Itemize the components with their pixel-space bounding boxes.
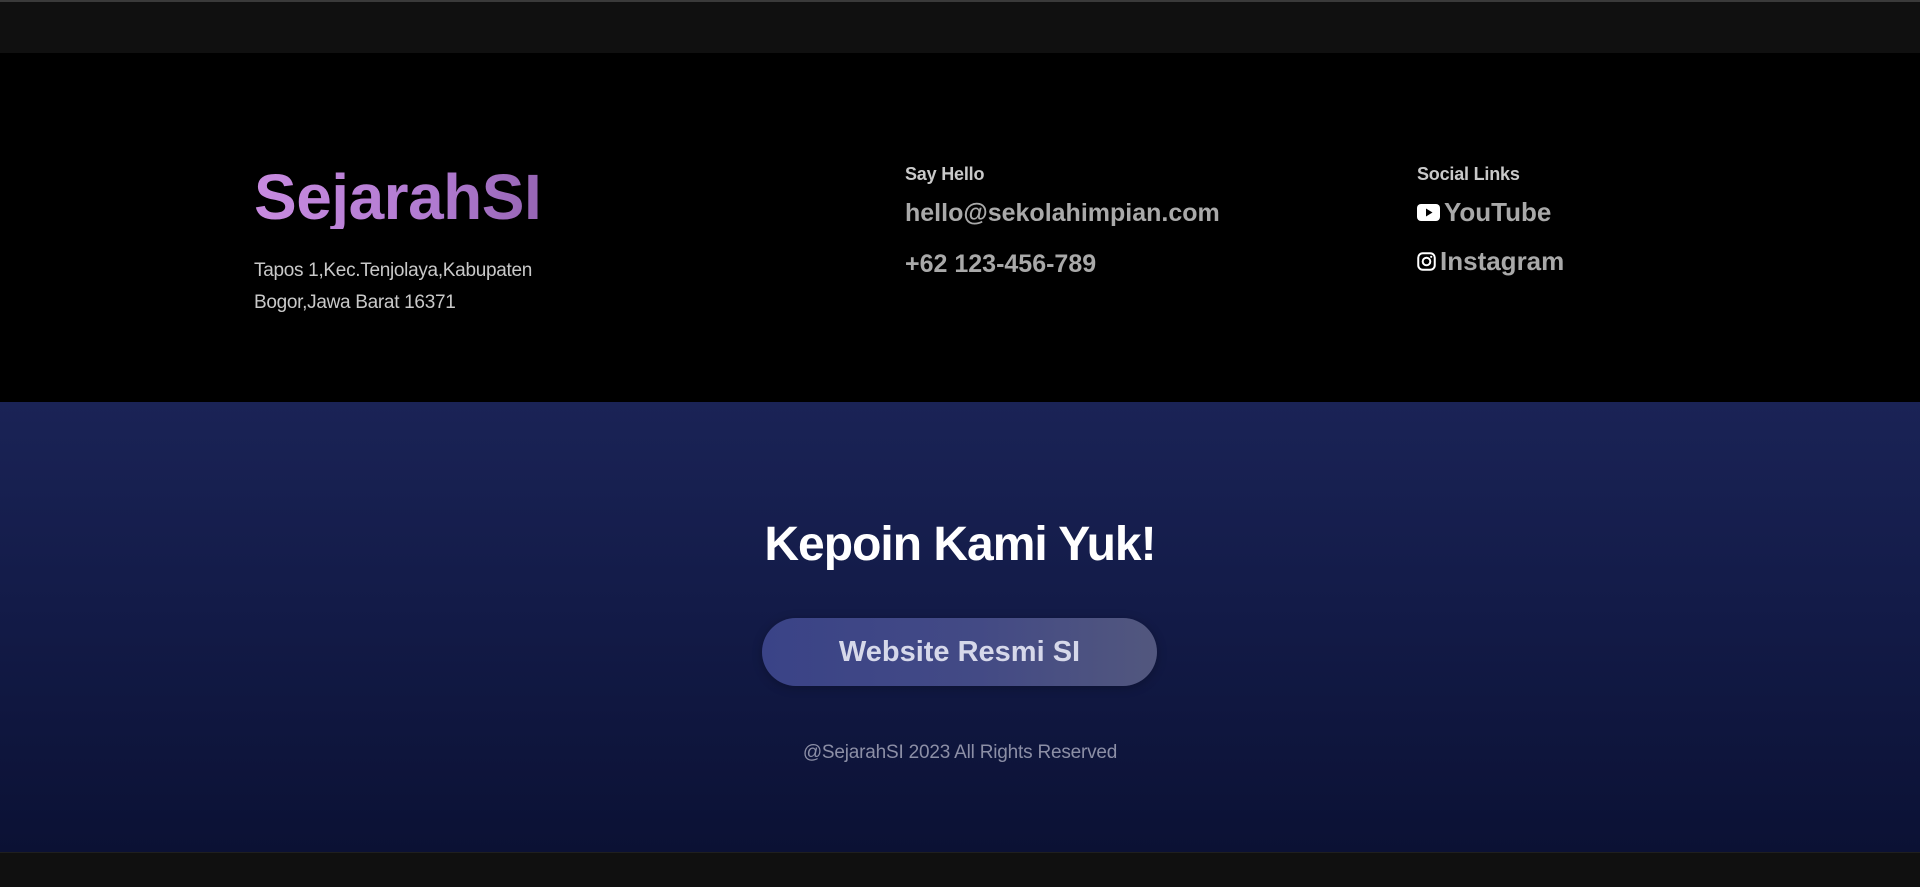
social-links-heading: Social Links <box>1417 164 1520 184</box>
official-website-button[interactable]: Website Resmi SI <box>762 618 1157 686</box>
bottom-bar <box>0 852 1920 887</box>
cta-section: Kepoin Kami Yuk! Website Resmi SI @Sejar… <box>0 402 1920 852</box>
youtube-link[interactable]: YouTube <box>1417 197 1564 228</box>
social-links-column: Social Links YouTube Instagram <box>1417 164 1564 277</box>
brand-address: Tapos 1,Kec.Tenjolaya,Kabupaten Bogor,Ja… <box>254 255 584 319</box>
cta-title: Kepoin Kami Yuk! <box>764 518 1156 571</box>
address-line-1: Tapos 1,Kec.Tenjolaya,Kabupaten <box>254 260 533 281</box>
copyright-text: @SejarahSI 2023 All Rights Reserved <box>802 742 1118 763</box>
email-link[interactable]: hello@sekolahimpian.com <box>905 199 1220 228</box>
brand-logo-text[interactable]: SejarahSI <box>254 165 654 229</box>
brand-column: SejarahSI Tapos 1,Kec.Tenjolaya,Kabupate… <box>254 165 654 319</box>
youtube-icon <box>1417 204 1440 221</box>
say-hello-column: Say Hello hello@sekolahimpian.com +62 12… <box>905 164 1220 279</box>
address-line-2: Bogor,Jawa Barat 16371 <box>254 292 456 313</box>
instagram-label: Instagram <box>1440 246 1565 276</box>
top-bar <box>0 0 1920 53</box>
youtube-label: YouTube <box>1444 197 1552 227</box>
say-hello-heading: Say Hello <box>905 164 985 184</box>
instagram-icon <box>1417 252 1436 271</box>
instagram-link[interactable]: Instagram <box>1417 246 1564 277</box>
footer-info-section: SejarahSI Tapos 1,Kec.Tenjolaya,Kabupate… <box>0 53 1920 402</box>
phone-link[interactable]: +62 123-456-789 <box>905 250 1220 279</box>
